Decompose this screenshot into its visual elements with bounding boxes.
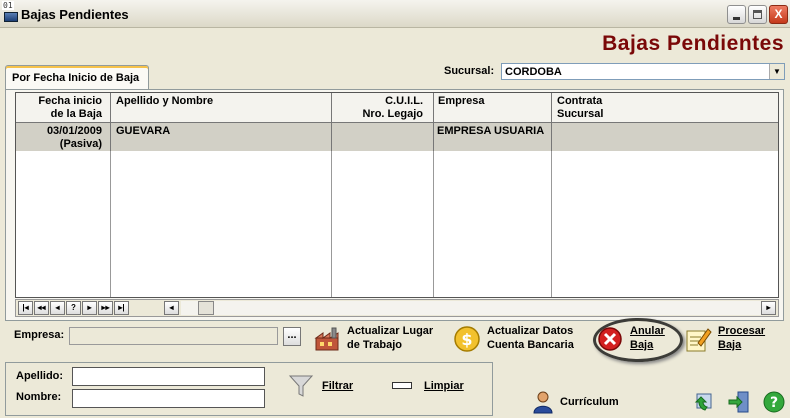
bajas-grid[interactable]: Fecha inicio de la Baja Apellido y Nombre… bbox=[15, 92, 779, 298]
table-row-cell-empresa[interactable]: EMPRESA USUARIA bbox=[434, 123, 552, 151]
close-button[interactable]: X bbox=[769, 5, 788, 24]
nav-prev-button[interactable]: ◂ bbox=[50, 301, 65, 315]
curriculum-button[interactable]: Currículum bbox=[532, 390, 632, 414]
actualizar-lugar-button[interactable]: Actualizar Lugar de Trabajo bbox=[313, 321, 443, 357]
factory-icon bbox=[314, 327, 339, 351]
grid-navigator: |◂ ◂◂ ◂ ? ▸ ▸▸ ▸| ◂ ▸ bbox=[15, 299, 779, 317]
table-row-cell-fecha[interactable]: 03/01/2009 (Pasiva) bbox=[16, 123, 111, 151]
cancel-x-icon bbox=[598, 327, 622, 351]
sucursal-value: CORDOBA bbox=[505, 66, 562, 78]
column-header-empresa[interactable]: Empresa bbox=[434, 93, 552, 123]
nombre-input[interactable] bbox=[72, 389, 265, 408]
refresh-icon[interactable] bbox=[693, 390, 717, 414]
column-header-apellido[interactable]: Apellido y Nombre bbox=[111, 93, 332, 123]
sucursal-label: Sucursal: bbox=[444, 65, 495, 77]
actualizar-datos-button[interactable]: $ Actualizar Datos Cuenta Bancaria bbox=[453, 321, 583, 357]
help-icon[interactable]: ? bbox=[762, 390, 786, 414]
maximize-icon bbox=[753, 10, 762, 19]
sucursal-select[interactable]: CORDOBA ▼ bbox=[501, 63, 785, 80]
minimize-button[interactable] bbox=[727, 5, 746, 24]
nav-last-button[interactable]: ▸| bbox=[114, 301, 129, 315]
empresa-field[interactable] bbox=[69, 327, 278, 345]
svg-text:$: $ bbox=[461, 330, 472, 349]
scroll-left-button[interactable]: ◂ bbox=[164, 301, 179, 315]
nombre-label: Nombre: bbox=[16, 391, 62, 403]
column-header-fecha[interactable]: Fecha inicio de la Baja bbox=[16, 93, 111, 123]
limpiar-button[interactable]: Limpiar bbox=[392, 375, 482, 397]
maximize-button[interactable] bbox=[748, 5, 767, 24]
column-header-contrata[interactable]: Contrata Sucursal bbox=[552, 93, 778, 123]
eraser-icon bbox=[392, 382, 412, 389]
nav-next-button[interactable]: ▸ bbox=[82, 301, 97, 315]
tab-por-fecha-inicio[interactable]: Por Fecha Inicio de Baja bbox=[5, 65, 149, 90]
dollar-coin-icon: $ bbox=[454, 326, 480, 352]
filtrar-button[interactable]: Filtrar bbox=[288, 373, 368, 399]
column-header-cuil[interactable]: C.U.I.L. Nro. Legajo bbox=[332, 93, 434, 123]
filter-panel: Apellido: Nombre: Filtrar Limpiar bbox=[5, 362, 493, 416]
apellido-input[interactable] bbox=[72, 367, 265, 386]
minimize-icon bbox=[733, 17, 740, 20]
scrollbar-thumb[interactable] bbox=[198, 301, 214, 315]
page-title: Bajas Pendientes bbox=[602, 32, 784, 55]
scroll-right-button[interactable]: ▸ bbox=[761, 301, 776, 315]
nav-prev-page-button[interactable]: ◂◂ bbox=[34, 301, 49, 315]
table-row-cell-contrata[interactable] bbox=[552, 123, 778, 151]
nav-first-button[interactable]: |◂ bbox=[18, 301, 33, 315]
horizontal-scrollbar[interactable] bbox=[181, 301, 761, 315]
svg-text:?: ? bbox=[770, 395, 778, 411]
window-number: 01 bbox=[2, 1, 14, 10]
empresa-browse-button[interactable]: ... bbox=[283, 327, 301, 346]
anular-baja-button[interactable]: Anular Baja bbox=[596, 321, 676, 357]
procesar-baja-button[interactable]: Procesar Baja bbox=[684, 321, 784, 357]
table-row-cell-nombre[interactable]: GUEVARA bbox=[111, 123, 332, 151]
empresa-label: Empresa: bbox=[14, 329, 65, 341]
chevron-down-icon[interactable]: ▼ bbox=[769, 64, 784, 79]
close-icon: X bbox=[774, 7, 783, 21]
app-icon: 01 bbox=[2, 1, 19, 25]
person-icon bbox=[533, 391, 553, 414]
apellido-label: Apellido: bbox=[16, 370, 64, 382]
window-titlebar: 01 Bajas Pendientes X bbox=[0, 0, 790, 28]
pencil-note-icon bbox=[686, 328, 712, 352]
funnel-icon bbox=[288, 375, 314, 397]
nav-next-page-button[interactable]: ▸▸ bbox=[98, 301, 113, 315]
exit-door-icon[interactable] bbox=[727, 390, 751, 414]
window-title: Bajas Pendientes bbox=[21, 7, 129, 22]
tab-label: Por Fecha Inicio de Baja bbox=[12, 72, 140, 84]
nav-info-button[interactable]: ? bbox=[66, 301, 81, 315]
table-row-cell-cuil[interactable] bbox=[332, 123, 434, 151]
